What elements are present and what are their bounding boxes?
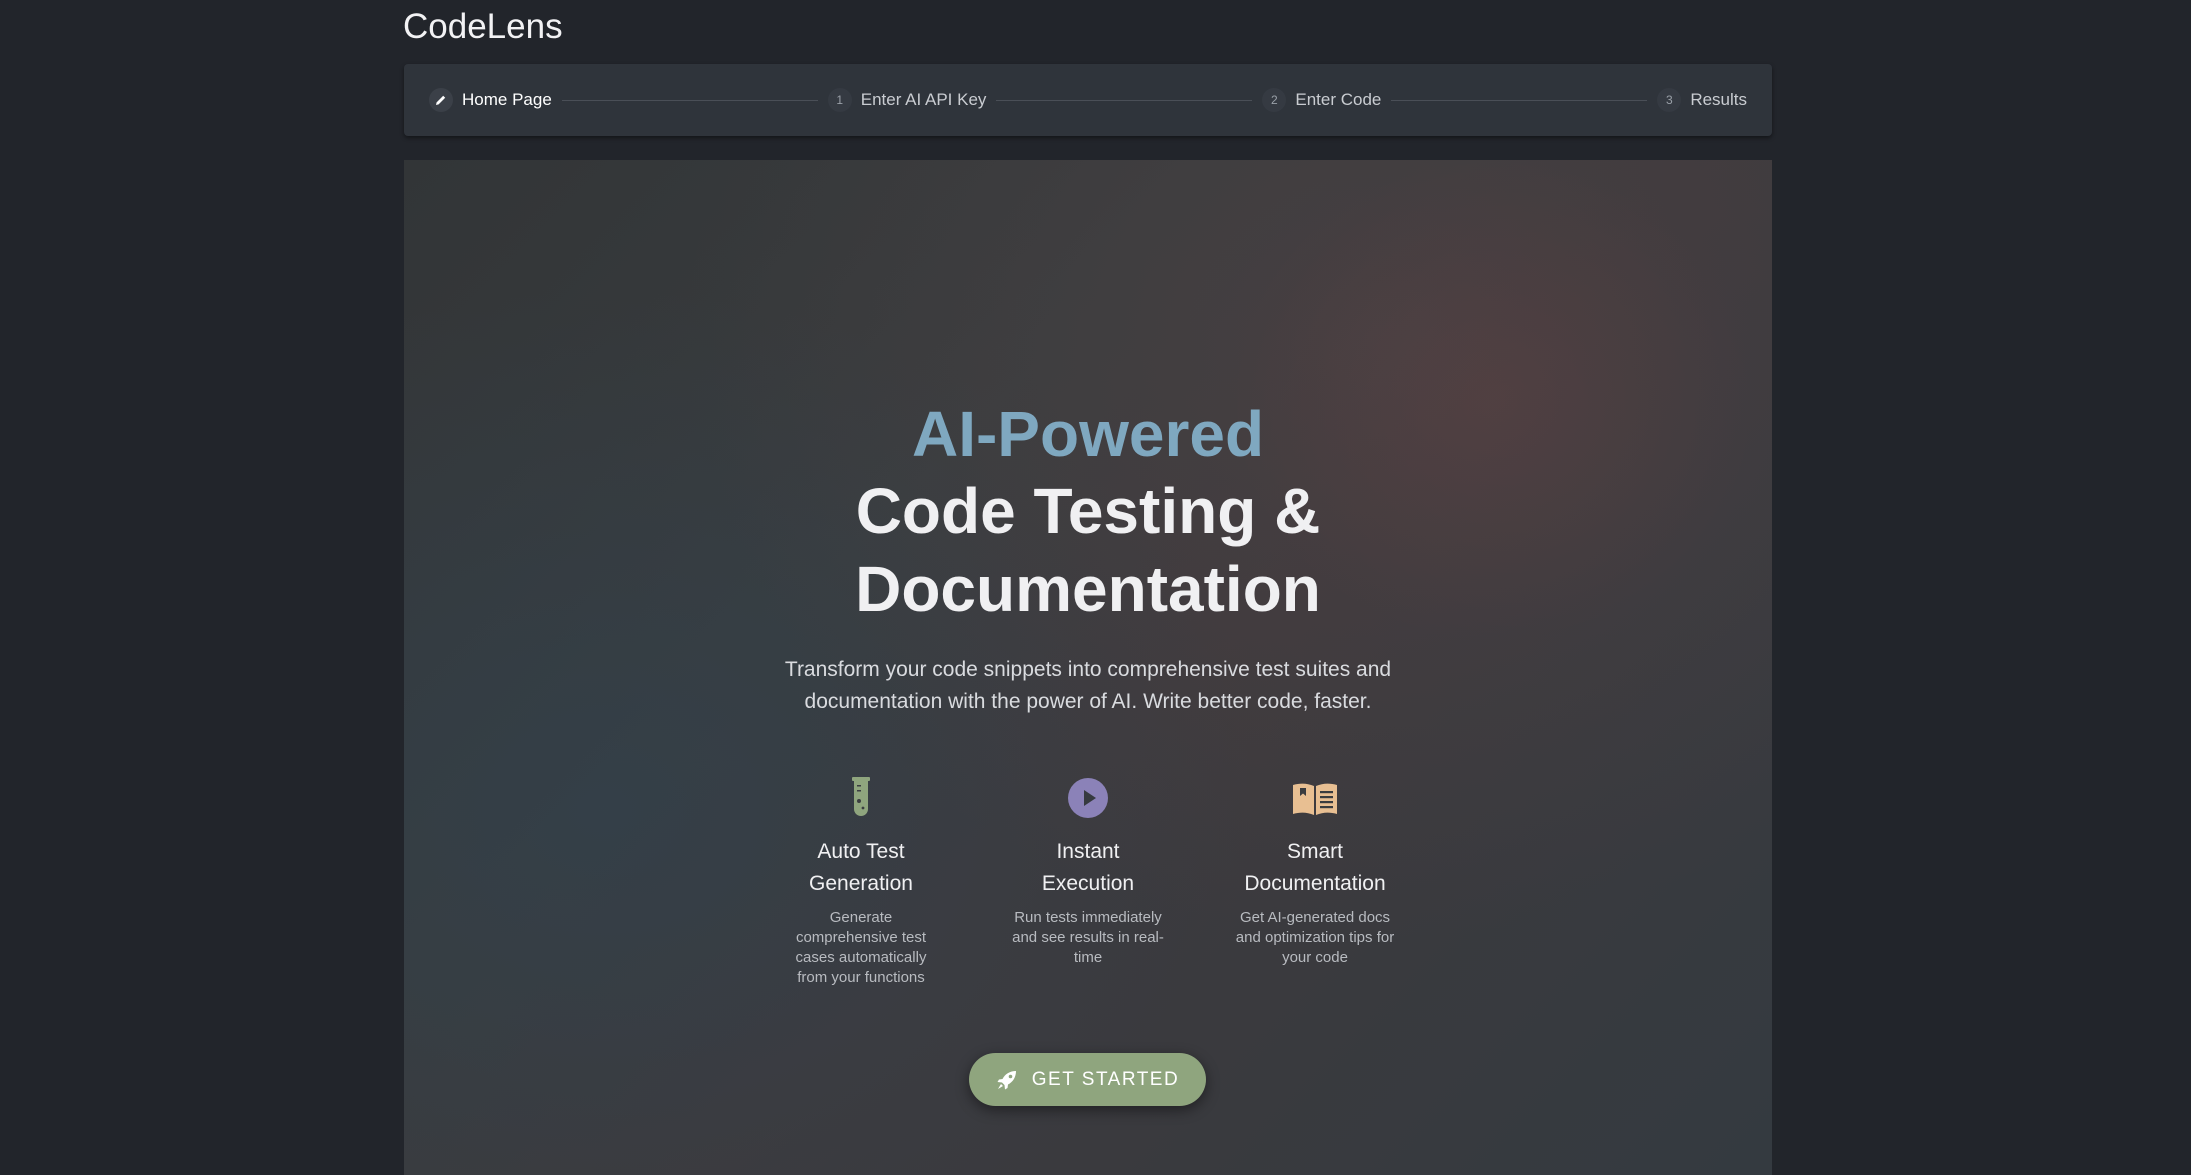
feature-title: Smart Documentation <box>1225 836 1405 900</box>
progress-stepper: Home Page 1 Enter AI API Key 2 Enter Cod… <box>404 64 1772 136</box>
step-results[interactable]: 3 Results <box>1657 88 1747 112</box>
step-label: Home Page <box>462 90 552 109</box>
app-title: CodeLens <box>403 7 563 46</box>
headline: Code Testing & Documentation <box>404 472 1772 628</box>
step-number: 3 <box>1657 88 1682 112</box>
feature-description: Get AI-generated docs and optimization t… <box>1235 909 1395 966</box>
step-number: 2 <box>1262 88 1287 112</box>
test-tube-icon <box>852 777 870 816</box>
feature-description: Generate comprehensive test cases automa… <box>795 909 927 986</box>
feature-title-line: Auto Test <box>817 840 905 863</box>
step-enter-api-key[interactable]: 1 Enter AI API Key <box>827 88 987 112</box>
book-icon <box>1293 783 1337 815</box>
feature-title-line: Instant <box>1056 840 1120 863</box>
feature-title-line: Documentation <box>1244 872 1386 895</box>
feature-title-line: Generation <box>809 872 913 895</box>
feature-smart-documentation: Smart Documentation Get AI-generated doc… <box>1225 775 1405 968</box>
feature-description: Run tests immediately and see results in… <box>1012 909 1164 966</box>
step-number: 1 <box>827 88 852 112</box>
hero-section: AI-Powered Code Testing & Documentation … <box>404 160 1772 1175</box>
rocket-icon <box>997 1070 1016 1089</box>
get-started-label: GET STARTED <box>1031 1068 1180 1090</box>
headline-line: Code Testing & <box>855 475 1321 547</box>
step-home-page[interactable]: Home Page <box>429 88 552 112</box>
step-connector <box>1391 99 1648 101</box>
step-label: Enter AI API Key <box>860 90 987 109</box>
feature-auto-test: Auto Test Generation Generate comprehens… <box>771 775 951 988</box>
feature-title: Instant Execution <box>998 836 1178 900</box>
pencil-icon <box>429 88 453 112</box>
play-circle-icon <box>1068 778 1108 818</box>
feature-title-line: Execution <box>1041 872 1135 895</box>
hero-subtitle: Transform your code snippets into compre… <box>784 658 1392 713</box>
step-label: Enter Code <box>1295 90 1382 109</box>
step-label: Results <box>1690 90 1748 109</box>
step-enter-code[interactable]: 2 Enter Code <box>1262 88 1381 112</box>
feature-instant-execution: Instant Execution Run tests immediately … <box>998 775 1178 968</box>
feature-title-line: Smart <box>1286 840 1343 863</box>
get-started-button[interactable]: GET STARTED <box>969 1053 1206 1106</box>
headline-accent: AI-Powered <box>911 398 1265 470</box>
step-connector <box>561 99 818 101</box>
headline-line: Documentation <box>855 553 1321 625</box>
feature-title: Auto Test Generation <box>771 836 951 900</box>
step-connector <box>996 99 1253 101</box>
